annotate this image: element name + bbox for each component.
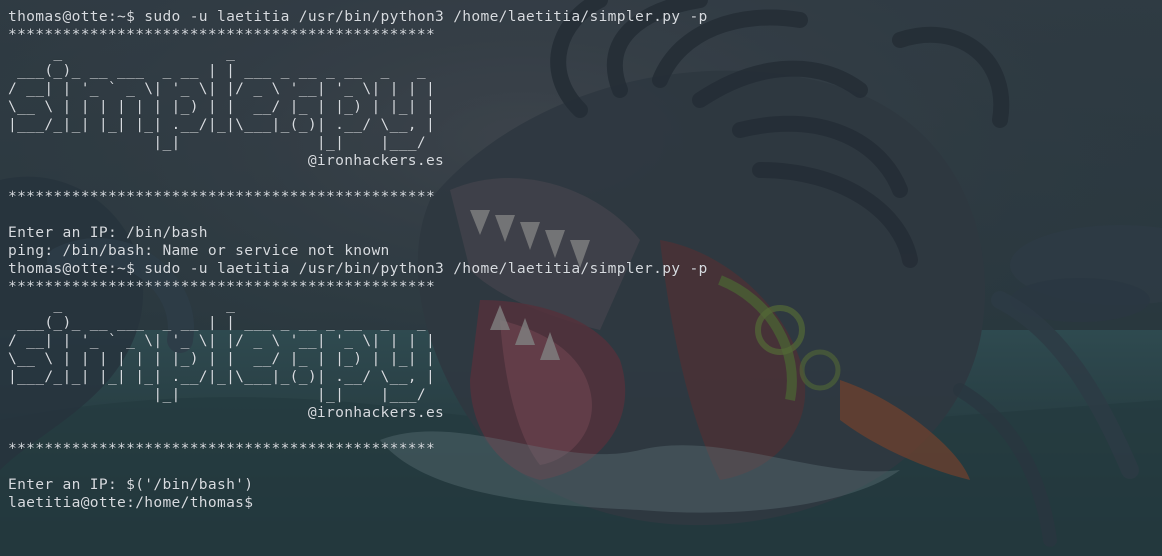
banner-credit: @ironhackers.es <box>8 152 445 169</box>
shell-prompt-line[interactable]: laetitia@otte:/home/thomas$ <box>8 494 1158 512</box>
ascii-art-line: ___(_)_ __ ___ _ __ | | ___ _ __ _ __ _ … <box>8 62 426 79</box>
ascii-art-line: |___/_|_| |_| |_| .__/|_|\___|_(_)| .__/… <box>8 368 436 385</box>
banner-border: ****************************************… <box>8 188 436 205</box>
ascii-art-line: |_| |_| |___/ <box>8 134 426 151</box>
ascii-art-line: _ _ <box>8 296 236 313</box>
ascii-art-line: _ _ <box>8 44 236 61</box>
command-line-1: thomas@otte:~$ sudo -u laetitia /usr/bin… <box>8 8 708 25</box>
ascii-art-line: / __| | '_ ` _ \| '_ \| |/ _ \ '__| '_ \… <box>8 332 436 349</box>
ascii-art-line: |_| |_| |___/ <box>8 386 426 403</box>
banner-border: ****************************************… <box>8 26 436 43</box>
banner-credit: @ironhackers.es <box>8 404 445 421</box>
banner-border: ****************************************… <box>8 278 436 295</box>
error-output-line: ping: /bin/bash: Name or service not kno… <box>8 242 390 259</box>
ascii-art-line: / __| | '_ ` _ \| '_ \| |/ _ \ '__| '_ \… <box>8 80 436 97</box>
ascii-art-line: ___(_)_ __ ___ _ __ | | ___ _ __ _ __ _ … <box>8 314 426 331</box>
command-line-2: thomas@otte:~$ sudo -u laetitia /usr/bin… <box>8 260 708 277</box>
terminal-output[interactable]: thomas@otte:~$ sudo -u laetitia /usr/bin… <box>8 8 1158 512</box>
ip-prompt-line: Enter an IP: $('/bin/bash') <box>8 476 254 493</box>
ascii-art-line: |___/_|_| |_| |_| .__/|_|\___|_(_)| .__/… <box>8 116 436 133</box>
ip-prompt-line: Enter an IP: /bin/bash <box>8 224 208 241</box>
banner-border: ****************************************… <box>8 440 436 457</box>
ascii-art-line: \__ \ | | | | | | |_) | | __/ |_ | |_) |… <box>8 350 436 367</box>
ascii-art-line: \__ \ | | | | | | |_) | | __/ |_ | |_) |… <box>8 98 436 115</box>
